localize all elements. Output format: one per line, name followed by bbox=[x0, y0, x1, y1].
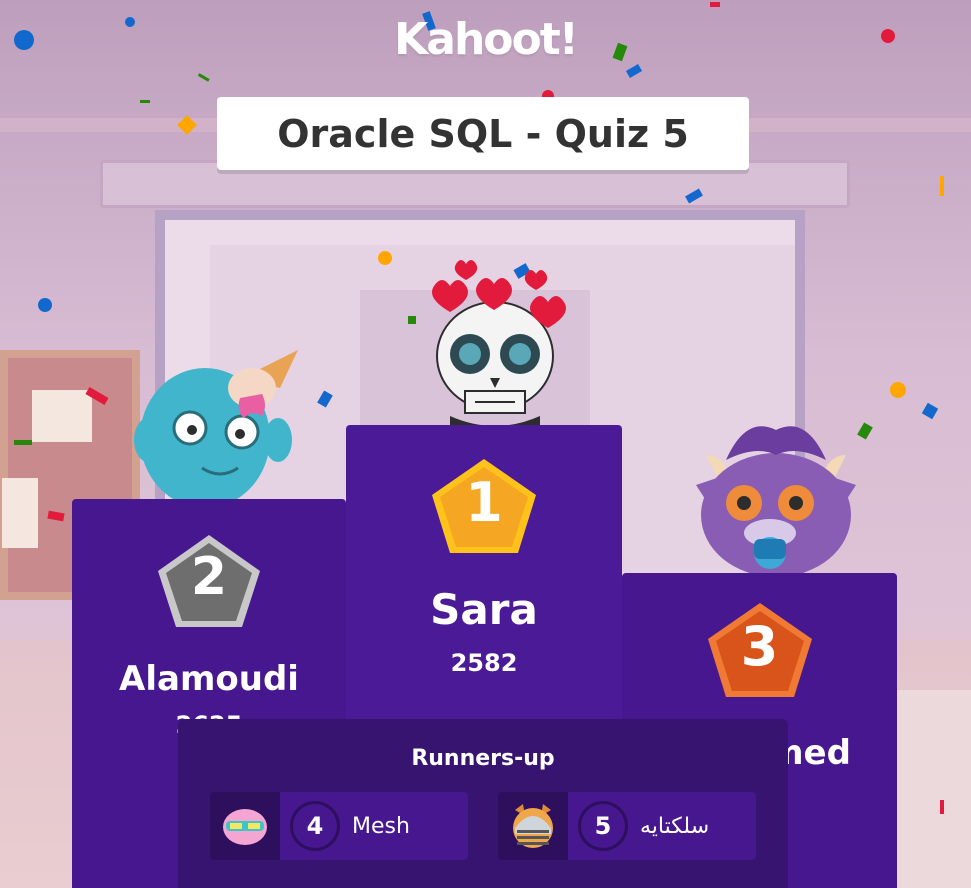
player-name: Alamoudi bbox=[119, 659, 299, 699]
runner-rank: 4 bbox=[290, 801, 340, 851]
skull-hearts-avatar-icon bbox=[432, 260, 566, 431]
runner-name: Mesh bbox=[352, 813, 410, 839]
runner-rank: 5 bbox=[578, 801, 628, 851]
purple-monster-pacifier-avatar-icon bbox=[696, 426, 856, 575]
quiz-title: Oracle SQL - Quiz 5 bbox=[277, 111, 689, 156]
pink-brain-avatar-icon bbox=[210, 792, 280, 860]
cat-helmet-avatar-icon bbox=[498, 792, 568, 860]
quiz-title-box: Oracle SQL - Quiz 5 bbox=[217, 97, 749, 170]
rank-number: 3 bbox=[740, 615, 779, 678]
runner-item: 4 Mesh bbox=[210, 792, 468, 860]
runner-name: سلكتايه bbox=[640, 813, 710, 839]
player-score: 2582 bbox=[450, 649, 518, 677]
runner-item: 5 سلكتايه bbox=[498, 792, 756, 860]
runners-up-title: Runners-up bbox=[411, 746, 555, 771]
rank-number: 1 bbox=[465, 471, 503, 534]
runners-up-panel: Runners-up 4 Mesh 5 سلكتايه bbox=[178, 719, 788, 888]
player-name: Sara bbox=[430, 585, 538, 634]
zombie-icecream-avatar-icon bbox=[134, 350, 298, 500]
rank-number: 2 bbox=[190, 547, 228, 607]
kahoot-logo: Kahoot! bbox=[394, 14, 579, 65]
